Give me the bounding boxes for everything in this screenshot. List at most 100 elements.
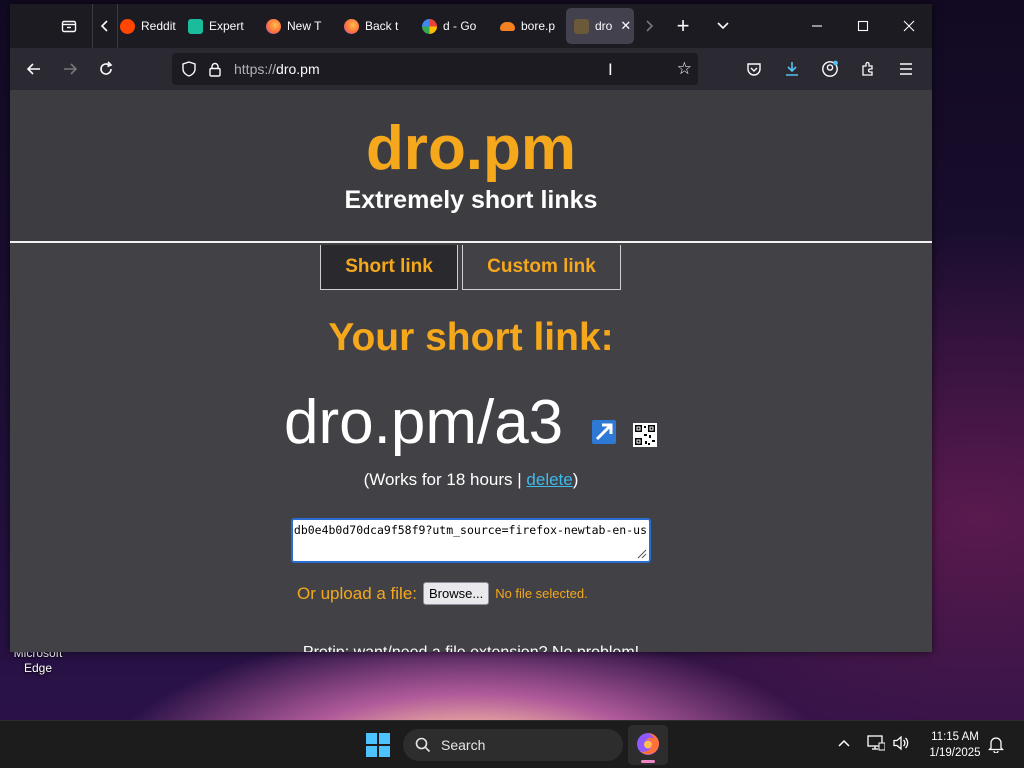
tab-custom-link[interactable]: Custom link — [462, 245, 621, 290]
tab-label: bore.p — [521, 19, 556, 33]
tab-label: Back t — [365, 19, 399, 33]
reddit-icon — [120, 18, 135, 34]
tab-scroll-left-button[interactable] — [93, 9, 117, 43]
firefox-icon — [637, 733, 659, 755]
navigation-toolbar: https://dro.pm ☆ — [10, 48, 932, 90]
url-textarea[interactable]: db0e4b0d70dca9f58f9?utm_source=firefox-n… — [291, 518, 651, 563]
back-button[interactable] — [16, 53, 52, 85]
forward-arrow-icon — [64, 63, 78, 75]
google-icon — [422, 18, 437, 34]
chevron-left-icon — [100, 20, 108, 32]
lock-icon[interactable] — [202, 62, 228, 77]
plus-icon: + — [676, 13, 690, 38]
search-label: Search — [441, 737, 486, 753]
chevron-down-icon — [717, 22, 729, 30]
search-icon — [415, 737, 431, 753]
maximize-icon — [857, 20, 869, 32]
firefox-icon — [344, 18, 359, 34]
firefox-window: Reddit Expert New T Back t d - Go bore.p — [10, 4, 932, 652]
forward-button[interactable] — [52, 53, 88, 85]
site-header: dro.pm Extremely short links — [10, 90, 932, 243]
active-indicator — [641, 760, 655, 763]
site-logo[interactable]: dro.pm — [10, 116, 932, 182]
tab-back[interactable]: Back t — [336, 8, 412, 44]
tab-bar: Reddit Expert New T Back t d - Go bore.p — [10, 4, 932, 48]
hamburger-menu-icon — [900, 63, 912, 75]
pocket-button[interactable] — [736, 53, 772, 85]
account-button[interactable] — [812, 53, 848, 85]
menu-button[interactable] — [888, 53, 924, 85]
clock-date: 1/19/2025 — [929, 747, 981, 759]
show-hidden-icons-button[interactable] — [837, 735, 851, 751]
url-bar[interactable]: https://dro.pm ☆ — [172, 53, 698, 85]
url-text[interactable]: https://dro.pm — [234, 61, 320, 77]
close-icon — [903, 20, 915, 32]
close-window-button[interactable] — [886, 4, 932, 48]
back-arrow-icon — [26, 63, 40, 75]
taskbar-search[interactable]: Search — [403, 729, 623, 761]
firefox-icon — [266, 18, 281, 34]
page-content: dro.pm Extremely short links Short link … — [10, 90, 932, 652]
minimize-icon — [812, 25, 822, 27]
taskbar-firefox-button[interactable] — [628, 725, 668, 765]
tab-reddit[interactable]: Reddit — [118, 8, 178, 44]
tab-scroll-right-button[interactable] — [634, 9, 664, 43]
tab-label: dro — [595, 19, 613, 33]
system-clock[interactable]: 11:15 AM 1/19/2025 — [918, 729, 992, 761]
file-status: No file selected. — [495, 586, 588, 601]
extensions-button[interactable] — [850, 53, 886, 85]
puzzle-icon — [862, 61, 873, 76]
chevron-up-icon — [838, 739, 850, 747]
text-cursor-icon: I — [608, 60, 613, 79]
cloud-icon — [500, 21, 515, 31]
close-tab-icon[interactable]: ✕ — [620, 18, 631, 34]
toolbar-right — [736, 53, 924, 85]
tab-label: Expert — [209, 19, 244, 33]
protip-text: Protip: want/need a file extension? No p… — [10, 644, 932, 652]
download-icon — [786, 62, 798, 76]
site-tagline: Extremely short links — [344, 186, 598, 214]
resize-grip-icon[interactable] — [635, 547, 647, 559]
new-tab-button[interactable]: + — [666, 9, 700, 43]
link-type-tabs: Short link Custom link — [320, 245, 621, 290]
minimize-button[interactable] — [794, 4, 840, 48]
tab-dro-active[interactable]: dro ✕ — [566, 8, 634, 44]
downloads-button[interactable] — [774, 53, 810, 85]
pocket-icon — [747, 63, 761, 76]
firefox-view-button[interactable] — [52, 9, 86, 43]
tab-short-link[interactable]: Short link — [320, 245, 458, 290]
windows-start-icon[interactable] — [366, 733, 390, 757]
account-icon — [822, 60, 838, 77]
network-icon[interactable] — [867, 735, 886, 754]
tab-bore[interactable]: bore.p — [492, 8, 564, 44]
short-link-text[interactable]: dro.pm/a3 — [284, 388, 563, 458]
volume-icon[interactable] — [892, 735, 910, 754]
tab-label: d - Go — [443, 19, 477, 33]
taskbar: Search 11:15 AM 1/19/2025 — [0, 720, 1024, 768]
clock-time: 11:15 AM — [931, 731, 979, 743]
maximize-button[interactable] — [840, 4, 886, 48]
dro-icon — [574, 18, 589, 34]
shield-icon[interactable] — [176, 61, 202, 77]
qr-code-icon[interactable] — [633, 423, 657, 447]
delete-link[interactable]: delete — [526, 470, 572, 489]
result-heading: Your short link: — [328, 316, 614, 359]
notification-bell-icon[interactable] — [987, 735, 1005, 756]
reload-icon — [100, 61, 113, 75]
reload-button[interactable] — [88, 53, 124, 85]
tab-google[interactable]: d - Go — [414, 8, 490, 44]
list-all-tabs-button[interactable] — [706, 9, 740, 43]
firefox-view-icon — [61, 20, 77, 33]
tab-new-tab[interactable]: New T — [258, 8, 334, 44]
bookmark-star-icon[interactable]: ☆ — [677, 59, 692, 79]
browse-button[interactable]: Browse... — [423, 582, 490, 605]
expert-icon — [188, 18, 203, 34]
expiry-info: (Works for 18 hours | delete) — [363, 470, 579, 489]
desktop-icon-label: Edge — [23, 661, 53, 675]
file-upload-row: Or upload a file: Browse... No file sele… — [297, 582, 588, 605]
open-link-icon[interactable] — [592, 420, 616, 444]
chevron-right-icon — [646, 20, 654, 32]
tab-label: Reddit — [141, 19, 176, 33]
tab-expert[interactable]: Expert — [180, 8, 256, 44]
upload-label: Or upload a file: — [297, 583, 418, 603]
